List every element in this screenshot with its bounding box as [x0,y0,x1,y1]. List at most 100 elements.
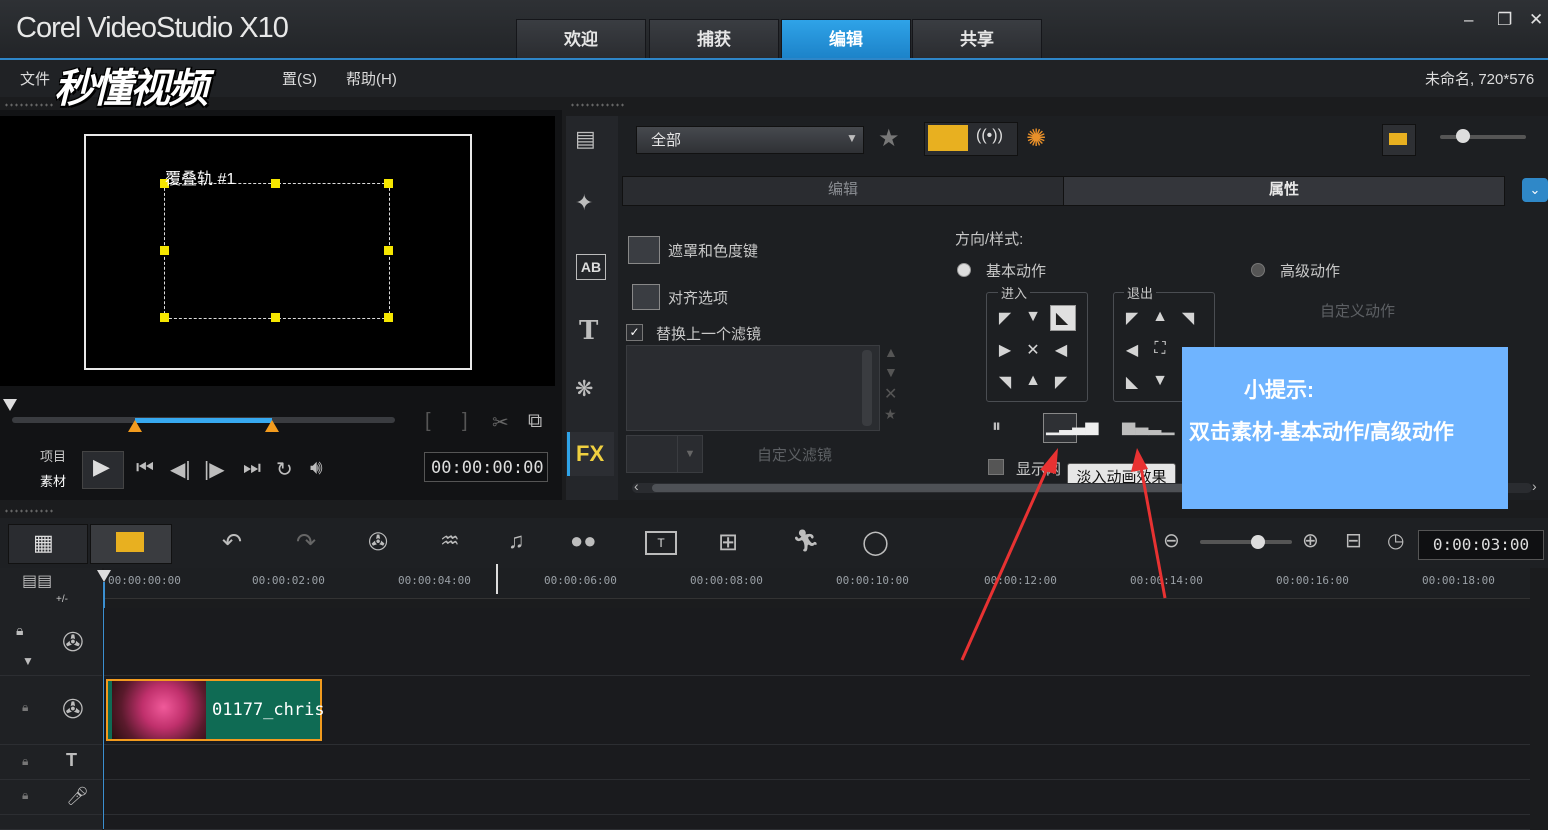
align-options-label[interactable]: 对齐选项 [668,287,728,308]
exit-topleft-icon[interactable]: ◤ [1121,308,1143,328]
track-lock-icon[interactable]: 🔒︎ [22,788,28,803]
play-icon[interactable]: ▶ [93,454,110,480]
close-button[interactable]: ✕ [1529,10,1543,30]
enter-bottom-icon[interactable]: ▲ [1022,372,1044,390]
slider-knob[interactable] [1456,129,1470,143]
advanced-motion-label[interactable]: 高级动作 [1280,260,1340,281]
resize-handle-t[interactable] [271,179,280,188]
move-filter-down-icon[interactable]: ▼ [884,364,898,380]
track-lock-icon[interactable]: 🔒︎ [22,754,28,769]
add-remove-chapter[interactable]: +/- [56,594,68,605]
show-grid-label[interactable]: 显示网 [1016,458,1061,479]
voice-track[interactable] [104,780,1530,815]
custom-motion-button[interactable]: 自定义动作 [1320,300,1395,321]
advanced-motion-radio[interactable] [1251,263,1265,277]
project-mode-label[interactable]: 项目 [40,446,66,465]
graphics-icon[interactable]: ❋ [575,376,593,402]
resize-handle-br[interactable] [384,313,393,322]
enter-topright-icon[interactable]: ◣ [1051,308,1073,328]
expand-options-button[interactable]: ⌄ [1522,178,1548,202]
mask-chroma-label[interactable]: 遮罩和色度键 [668,240,758,261]
basic-motion-radio[interactable] [957,263,971,277]
scroll-left-icon[interactable]: ‹ [634,478,639,494]
track-manager-icon[interactable]: ▤▤ [22,571,52,591]
thumbnail-size-slider[interactable] [1440,135,1526,139]
exit-topright-icon[interactable]: ◥ [1177,308,1199,328]
enlarge-icon[interactable]: ⧉ [528,410,542,433]
timeline-view-icon[interactable] [116,532,144,552]
storyboard-view-icon[interactable]: ▦ [33,530,54,556]
basic-motion-label[interactable]: 基本动作 [986,260,1046,281]
timeline-duration-field[interactable]: 0:00:03:00 [1418,530,1544,560]
move-filter-up-icon[interactable]: ▲ [884,344,898,360]
auto-music-icon[interactable]: ♫ [508,528,525,554]
restore-button[interactable]: ❐ [1497,10,1512,30]
menu-file[interactable]: 文件 [20,68,50,89]
resize-handle-bl[interactable] [160,313,169,322]
motion-tracking-icon[interactable]: ●● [570,528,597,554]
enter-top-icon[interactable]: ▼ [1022,308,1044,326]
record-capture-icon[interactable]: ✇ [368,528,388,557]
scissors-icon[interactable]: ✂ [492,410,509,435]
replace-filter-label[interactable]: 替换上一个滤镜 [656,323,761,344]
fx-filter-icon[interactable]: FX [576,441,604,467]
filter-favorite-icon[interactable]: ★ [884,406,897,423]
enter-bottomleft-icon[interactable]: ◥ [994,372,1016,392]
mark-in-icon[interactable]: [ [425,410,431,433]
custom-filter-button[interactable]: 自定义滤镜 [757,444,832,465]
pause-duration-icon[interactable]: ⏸ [992,416,1001,437]
trim-end-marker[interactable] [265,420,279,432]
fade-out-icon[interactable]: ▅▃▂▁ [1122,416,1174,436]
tab-welcome[interactable]: 欢迎 [516,19,646,60]
add-favorite-icon[interactable]: ★ [878,124,900,153]
mark-out-icon[interactable]: ] [462,410,468,433]
library-category-select[interactable]: 全部 [636,126,864,154]
scrollbar-thumb[interactable] [652,484,1192,492]
filter-preset-select[interactable] [626,435,678,473]
enter-right-icon[interactable]: ◀ [1050,340,1072,360]
tab-edit[interactable]: 编辑 [781,19,911,60]
time-remapping-icon[interactable]: 🏃︎ [792,528,820,554]
track-lock-icon[interactable]: 🔒︎ [22,700,28,715]
tab-capture[interactable]: 捕获 [649,19,779,60]
go-to-end-icon[interactable]: ⏭ [243,457,261,480]
scroll-right-icon[interactable]: › [1532,478,1537,494]
subtab-edit[interactable]: 编辑 [622,176,1064,206]
resize-handle-b[interactable] [271,313,280,322]
menu-settings[interactable]: 置(S) [282,68,317,89]
zoom-in-icon[interactable]: ⊕ [1302,528,1319,553]
enter-bottomright-icon[interactable]: ◤ [1050,372,1072,392]
track-lock-icon[interactable]: 🔒︎ [16,622,23,639]
playhead-marker[interactable] [496,564,498,594]
show-audio-icon[interactable]: ((•)) [976,127,1003,145]
menu-help[interactable]: 帮助(H) [346,68,397,89]
sound-mixer-icon[interactable]: ♒ [440,528,460,554]
show-video-icon[interactable] [928,125,968,151]
previous-frame-icon[interactable]: ◀| [170,457,191,482]
exit-bottomleft-icon[interactable]: ◣ [1121,372,1143,392]
transition-icon[interactable]: AB [576,254,606,280]
music-track[interactable] [104,815,1530,830]
resize-handle-l[interactable] [160,246,169,255]
zoom-slider-knob[interactable] [1251,535,1265,549]
timecode-field[interactable]: 00:00:00:00 [424,452,548,482]
show-photo-icon[interactable]: ✺ [1026,124,1046,153]
resize-handle-r[interactable] [384,246,393,255]
media-icon[interactable]: ▤ [575,126,596,152]
resize-handle-tr[interactable] [384,179,393,188]
zoom-out-icon[interactable]: ⊖ [1163,528,1180,553]
multi-camera-icon[interactable]: ⊞ [718,528,738,557]
mask-creator-icon[interactable]: ◯ [862,528,889,557]
enter-topleft-icon[interactable]: ◤ [994,308,1016,328]
enter-center-icon[interactable]: ✕ [1022,340,1044,360]
tab-share[interactable]: 共享 [912,19,1042,60]
volume-icon[interactable]: 🔊︎ [310,457,323,480]
enter-left-icon[interactable]: ▶ [994,340,1016,360]
subtab-attributes[interactable]: 属性 [1063,176,1505,206]
timeline-zoom-slider[interactable] [1200,540,1292,544]
filter-list-scrollbar[interactable] [862,350,872,426]
repeat-icon[interactable]: ↻ [276,457,293,482]
exit-center-icon[interactable]: ⛶ [1149,340,1171,358]
go-to-start-icon[interactable]: ⏮ [136,457,154,480]
exit-top-icon[interactable]: ▲ [1149,308,1171,326]
